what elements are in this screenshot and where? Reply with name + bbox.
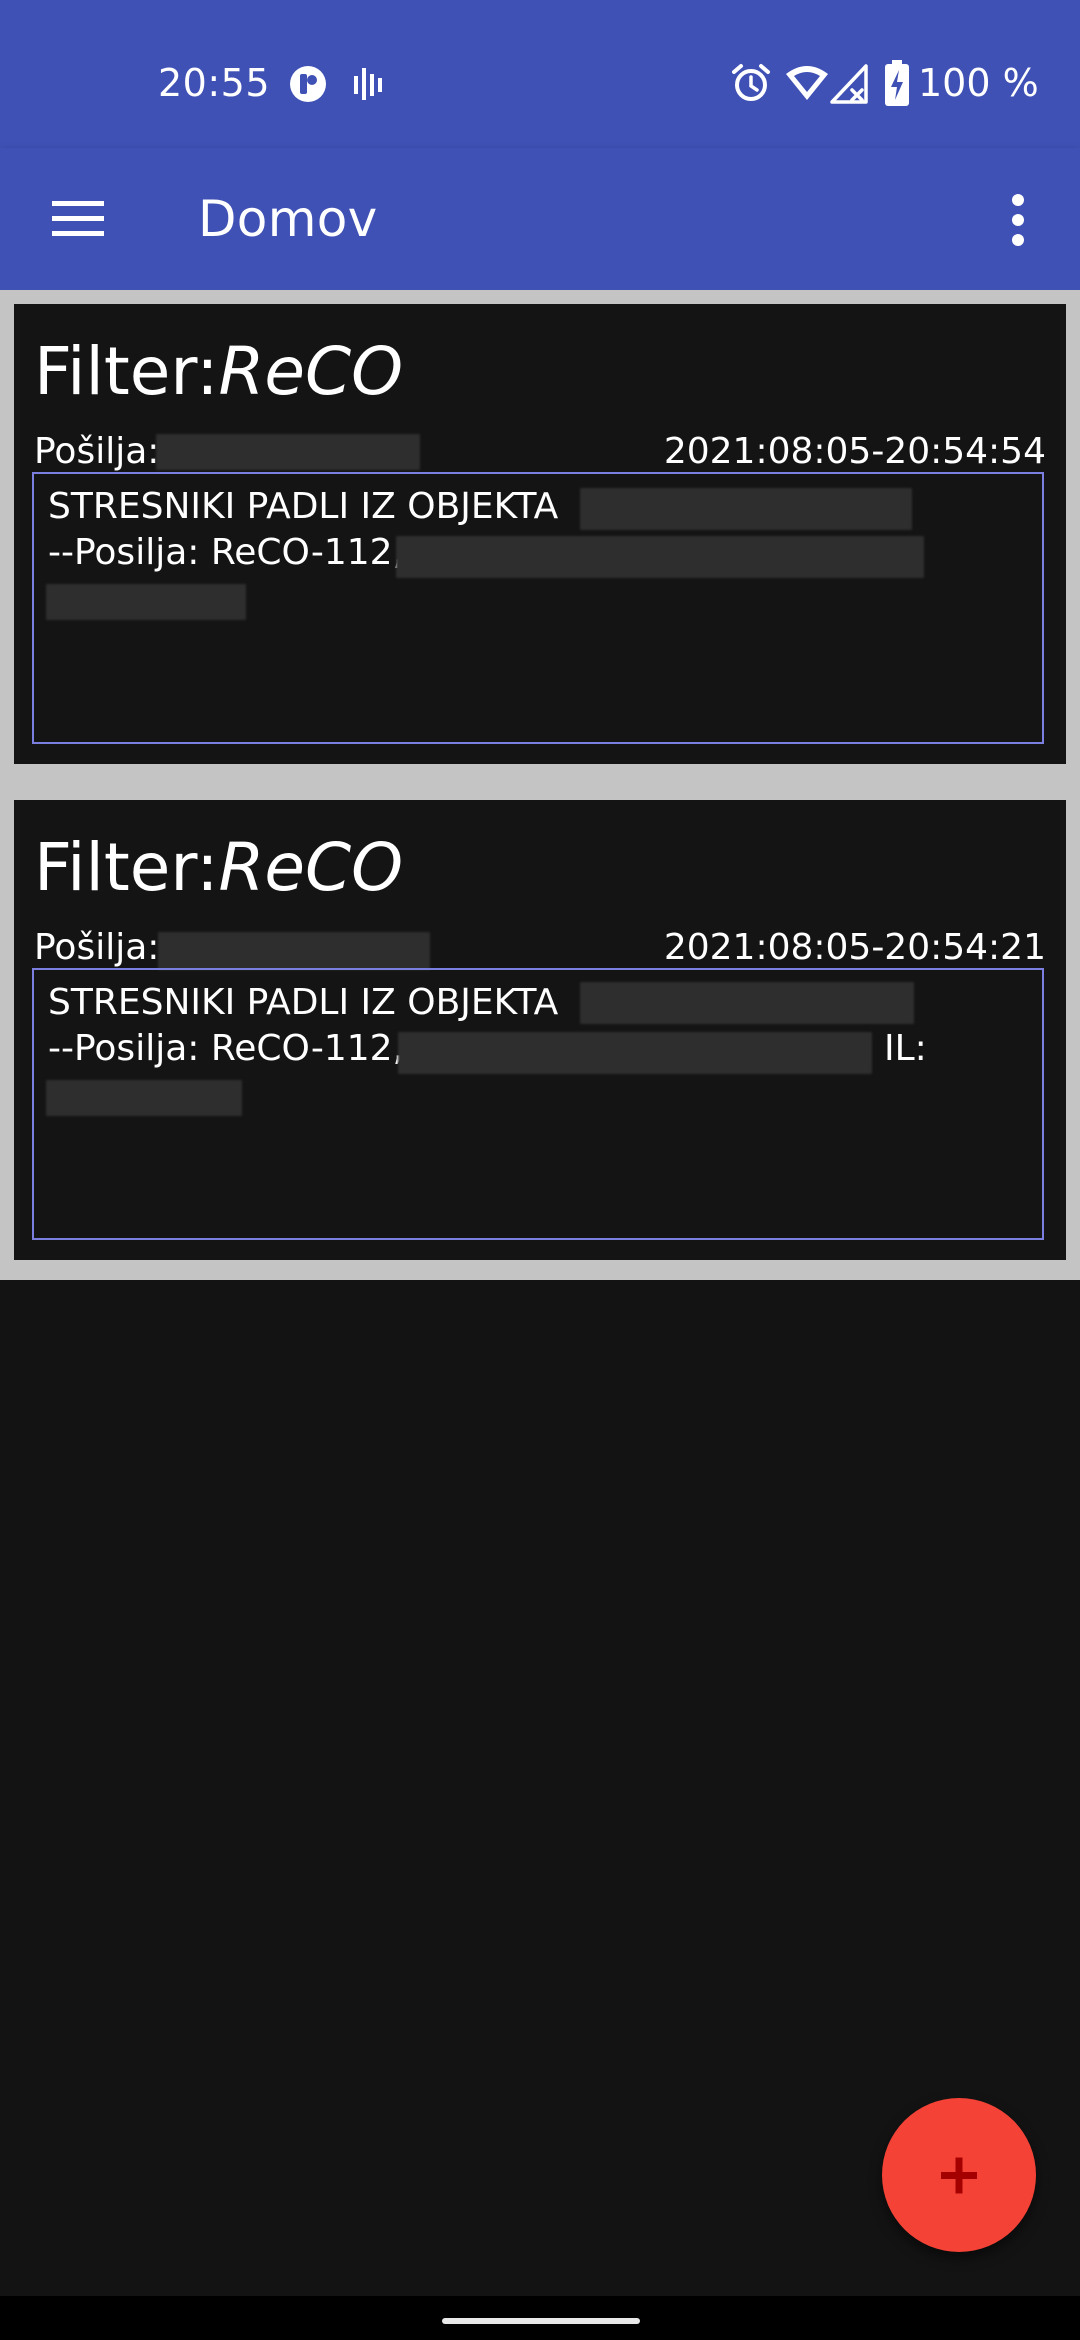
card-filter-title: Filter:ReCO [34,332,403,412]
filter-value: ReCO [218,333,404,410]
plus-icon [941,2157,977,2194]
filter-label: Filter: [34,829,219,906]
home-gesture-handle[interactable] [442,2318,640,2324]
redacted-text [580,982,914,1024]
message-body: STRESNIKI PADLI IZ OBJEKTA --Posilja: Re… [32,472,1044,744]
message-line: STRESNIKI PADLI IZ OBJEKTA [48,486,559,527]
redacted-text [398,1032,872,1074]
message-line: --Posilja: ReCO-112, [48,532,404,573]
message-timestamp: 2021:08:05-20:54:21 [663,927,1046,968]
redacted-sender [156,434,420,470]
alarm-icon [732,64,770,101]
hamburger-menu-icon[interactable] [36,178,118,260]
notification-app-icon [290,66,326,102]
status-time: 20:55 [158,61,271,105]
message-line: IL: [884,1028,927,1069]
status-bar: 20:55 100 % [0,0,1080,148]
battery-charging-icon [885,60,909,106]
message-list: Filter:ReCO Pošilja: 2021:08:05-20:54:54… [0,290,1080,1280]
message-card[interactable]: Filter:ReCO Pošilja: 2021:08:05-20:54:21… [14,800,1066,1260]
message-line: --Posilja: ReCO-112, [48,1028,404,1069]
wifi-icon [786,66,828,100]
app-bar: Domov [0,148,1080,290]
sender-label: Pošilja: [34,927,160,968]
system-nav-bar [0,2296,1080,2340]
redacted-text [46,1080,242,1116]
notification-bars-icon [354,68,382,100]
battery-percentage: 100 % [918,61,1039,105]
redacted-text [396,536,924,578]
app-title: Domov [198,190,378,248]
message-body: STRESNIKI PADLI IZ OBJEKTA --Posilja: Re… [32,968,1044,1240]
add-button[interactable] [882,2098,1036,2252]
filter-label: Filter: [34,333,219,410]
redacted-sender [158,932,430,970]
message-card[interactable]: Filter:ReCO Pošilja: 2021:08:05-20:54:54… [14,304,1066,764]
redacted-text [580,488,912,530]
message-line: STRESNIKI PADLI IZ OBJEKTA [48,982,559,1023]
more-vert-icon[interactable] [990,178,1046,260]
cell-signal-icon [830,64,868,104]
sender-label: Pošilja: [34,431,160,472]
filter-value: ReCO [218,829,404,906]
message-timestamp: 2021:08:05-20:54:54 [663,431,1046,472]
redacted-text [46,584,246,620]
card-filter-title: Filter:ReCO [34,828,403,908]
